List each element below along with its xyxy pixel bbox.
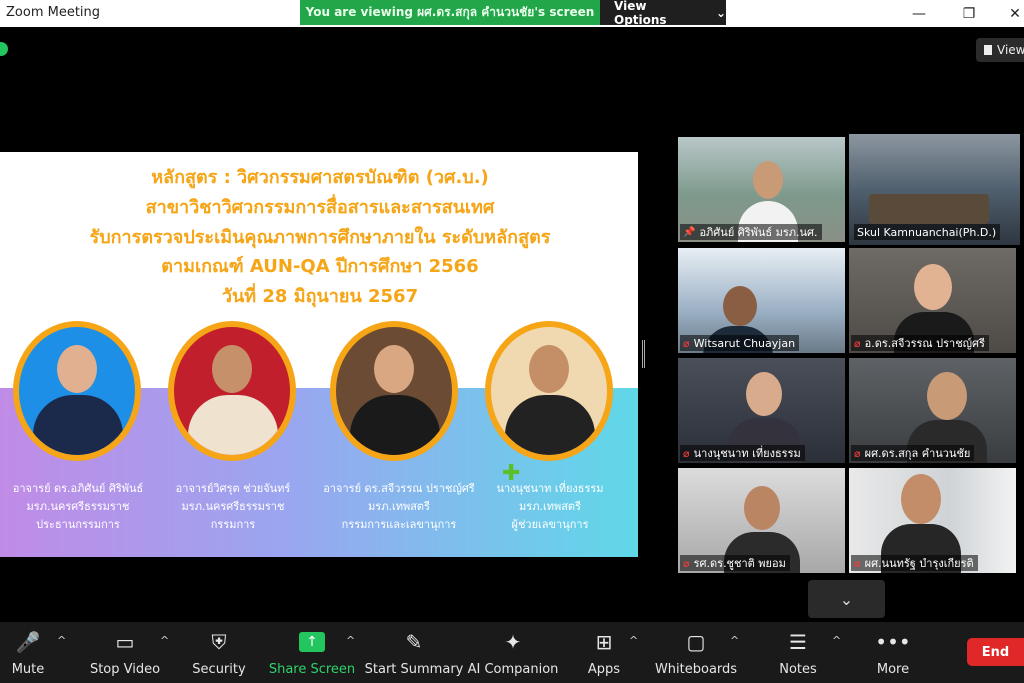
participant-tile[interactable]: ⌀ ผศ.ดร.สกุล คำนวนชัย xyxy=(849,358,1016,463)
gallery-grid-icon xyxy=(984,45,992,55)
sparkle-icon: ✦ xyxy=(504,630,522,654)
view-layout-button[interactable]: View xyxy=(976,38,1024,62)
participant-tile[interactable]: ⌀ Witsarut Chuayjan xyxy=(678,248,845,353)
video-options-caret[interactable]: ^ xyxy=(160,634,169,647)
start-summary-button[interactable]: ✎ Start Summary xyxy=(365,622,464,683)
mute-options-caret[interactable]: ^ xyxy=(57,634,66,647)
participant-tile[interactable]: 📌 อภิศันย์ ศิริพันธ์ มรภ.นศ. xyxy=(678,137,845,242)
close-button[interactable]: ✕ xyxy=(992,0,1024,27)
participant-name: รศ.ดร.ชูชาติ พยอม xyxy=(693,557,786,570)
share-screen-button[interactable]: ↑ Share Screen xyxy=(269,622,355,683)
slide-title-line: วันที่ 28 มิถุนายน 2567 xyxy=(221,286,419,307)
mic-muted-icon: ⌀ xyxy=(683,336,690,350)
participant-name: อภิศันย์ ศิริพันธ์ มรภ.นศ. xyxy=(699,226,818,239)
apps-options-caret[interactable]: ^ xyxy=(629,634,638,647)
committee-caption: นางนุชนาท เที่ยงธรรม มรภ.เทพสตรี ผู้ช่วยเล… xyxy=(496,482,604,531)
move-cursor-icon: ✚ xyxy=(502,461,521,486)
participant-name: Witsarut Chuayjan xyxy=(693,336,796,350)
participant-name: อ.ดร.สจีวรรณ ปราชญ์ศรี xyxy=(864,337,985,350)
whiteboards-options-caret[interactable]: ^ xyxy=(730,634,739,647)
notes-icon: ☰ xyxy=(789,630,807,654)
participant-name: Skul Kamnuanchai(Ph.D.) xyxy=(857,225,997,239)
participant-name: ผศ.นนทรัฐ บำรุงเกียรติ xyxy=(864,557,974,570)
ai-companion-button[interactable]: ✦ AI Companion xyxy=(468,622,559,683)
notes-button[interactable]: ☰ Notes xyxy=(776,622,820,683)
whiteboards-button[interactable]: ▢ Whiteboards xyxy=(655,622,737,683)
window-title: Zoom Meeting xyxy=(6,5,101,20)
slide-title-line: ตามเกณฑ์ AUN-QA ปีการศึกษา 2566 xyxy=(161,256,479,277)
slide-title-line: รับการตรวจประเมินคุณภาพการศึกษาภายใน ระด… xyxy=(89,227,551,248)
mic-muted-icon: ⌀ xyxy=(854,446,861,460)
meeting-toolbar: 🎤 Mute ^ ▭ Stop Video ^ ⛨ Security ↑ Sha… xyxy=(0,622,1024,683)
mic-muted-icon: ⌀ xyxy=(683,556,690,570)
participant-tile[interactable]: ⌀ ผศ.นนทรัฐ บำรุงเกียรติ xyxy=(849,468,1016,573)
apps-button[interactable]: ⊞ Apps xyxy=(584,622,624,683)
screen-share-banner: You are viewing ผศ.ดร.สกุล คำนวนชัย's sc… xyxy=(300,0,726,27)
committee-portrait xyxy=(168,321,296,461)
view-options-button[interactable]: View Options ⌄ xyxy=(600,0,726,27)
committee-caption: อาจารย์วิศรุต ช่วยจันทร์ มรภ.นครศรีธรรมรา… xyxy=(175,482,291,531)
participant-tile[interactable]: ⌀ รศ.ดร.ชูชาติ พยอม xyxy=(678,468,845,573)
mic-muted-icon: ⌀ xyxy=(683,446,690,460)
minimize-button[interactable]: — xyxy=(896,0,942,27)
view-layout-label: View xyxy=(997,43,1024,57)
gallery-scroll-down-button[interactable]: ⌄ xyxy=(808,580,885,618)
panel-resize-handle[interactable] xyxy=(642,340,645,368)
participant-name: นางนุชนาท เที่ยงธรรม xyxy=(693,447,801,460)
mic-muted-icon: ⌀ xyxy=(854,556,861,570)
shared-screen-slide: หลักสูตร : วิศวกรรมศาสตรบัณฑิต (วศ.บ.) ส… xyxy=(0,152,638,557)
chevron-down-icon: ⌄ xyxy=(715,5,726,20)
committee-caption: อาจารย์ ดร.สจีวรรณ ปราชญ์ศรี มรภ.เทพสตรีก… xyxy=(323,482,475,531)
participant-tile[interactable]: ⌀ นางนุชนาท เที่ยงธรรม xyxy=(678,358,845,463)
stop-video-button[interactable]: ▭ Stop Video xyxy=(90,622,160,683)
share-screen-icon: ↑ xyxy=(299,632,325,652)
slide-title-line: สาขาวิชาวิศวกรรมการสื่อสารและสารสนเทศ xyxy=(145,197,495,218)
share-options-caret[interactable]: ^ xyxy=(346,634,355,647)
more-dots-icon: ••• xyxy=(875,630,911,654)
apps-grid-icon: ⊞ xyxy=(595,630,613,654)
committee-portrait xyxy=(485,321,613,461)
microphone-icon: 🎤 xyxy=(15,630,41,654)
end-meeting-button[interactable]: End xyxy=(967,638,1024,666)
committee-caption: อาจารย์ ดร.อภิศันย์ ศิริพันธ์ มรภ.นครศรีธ… xyxy=(12,482,144,531)
committee-portrait xyxy=(330,321,458,461)
slide-title-line: หลักสูตร : วิศวกรรมศาสตรบัณฑิต (วศ.บ.) xyxy=(151,167,489,188)
view-options-label: View Options xyxy=(614,0,667,27)
summary-icon: ✎ xyxy=(405,630,423,654)
whiteboard-icon: ▢ xyxy=(686,630,706,654)
mic-muted-icon: ⌀ xyxy=(854,336,861,350)
participant-tile[interactable]: ⌀ อ.ดร.สจีวรรณ ปราชญ์ศรี xyxy=(849,248,1016,353)
participant-tile-active-speaker[interactable]: Skul Kamnuanchai(Ph.D.) xyxy=(849,134,1020,245)
encryption-shield-icon[interactable] xyxy=(0,42,8,56)
participant-name: ผศ.ดร.สกุล คำนวนชัย xyxy=(864,447,971,460)
viewing-status-text: You are viewing ผศ.ดร.สกุล คำนวนชัย's sc… xyxy=(300,0,600,25)
shield-icon: ⛨ xyxy=(211,630,227,654)
video-camera-icon: ▭ xyxy=(115,630,135,654)
maximize-button[interactable]: ❐ xyxy=(946,0,992,27)
committee-portrait xyxy=(13,321,141,461)
security-button[interactable]: ⛨ Security xyxy=(190,622,248,683)
mute-button[interactable]: 🎤 Mute xyxy=(8,622,48,683)
chevron-down-icon: ⌄ xyxy=(839,589,854,609)
pin-icon: 📌 xyxy=(683,226,696,238)
notes-options-caret[interactable]: ^ xyxy=(832,634,841,647)
more-button[interactable]: ••• More xyxy=(872,622,914,683)
